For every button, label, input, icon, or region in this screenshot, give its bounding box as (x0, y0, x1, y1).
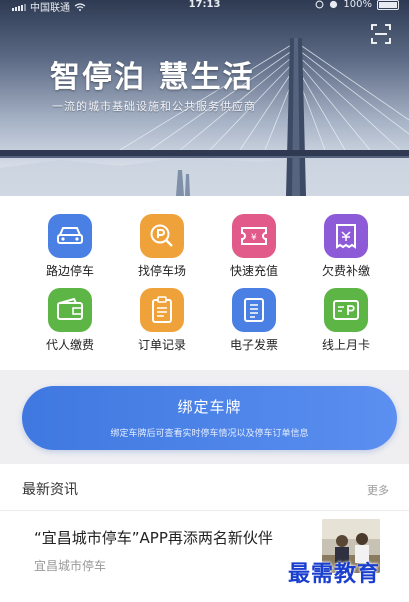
service-label: 订单记录 (137, 338, 186, 352)
hero-subtitle: 一流的城市基础设施和公共服务供应商 (52, 100, 256, 113)
battery-percent: 100% (343, 0, 372, 10)
service-order-records[interactable]: 订单记录 (116, 288, 208, 353)
parking-card-icon (324, 288, 368, 332)
ticket-icon: ¥ (232, 214, 276, 258)
service-overdue-payment[interactable]: 欠费补缴 (300, 214, 392, 279)
bind-plate-title: 绑定车牌 (177, 398, 242, 416)
news-source: 宜昌城市停车 (34, 559, 107, 573)
bind-plate-button[interactable]: 绑定车牌 绑定车牌后可查看实时停车情况以及停车订单信息 (22, 386, 397, 450)
battery-icon (377, 0, 399, 10)
invoice-icon (232, 288, 276, 332)
orientation-lock-icon (315, 0, 324, 9)
service-roadside-parking[interactable]: 路边停车 (24, 214, 116, 279)
bill-icon (324, 214, 368, 258)
news-section-title: 最新资讯 (22, 482, 78, 498)
bind-section: 绑定车牌 绑定车牌后可查看实时停车情况以及停车订单信息 (0, 370, 409, 464)
scan-button[interactable] (371, 24, 395, 48)
service-label: 电子发票 (229, 338, 278, 352)
wallet-icon (48, 288, 92, 332)
service-label: 线上月卡 (321, 338, 370, 352)
status-bar: 中国联通 17:13 100% (0, 0, 409, 14)
car-icon (48, 214, 92, 258)
service-label: 欠费补缴 (321, 264, 370, 278)
scan-icon (371, 24, 391, 44)
watermark: 最需教育 (288, 561, 381, 587)
parking-search-icon (140, 214, 184, 258)
clipboard-icon (140, 288, 184, 332)
service-label: 代人缴费 (45, 338, 94, 352)
bind-plate-description: 绑定车牌后可查看实时停车情况以及停车订单信息 (110, 429, 309, 439)
service-label: 快速充值 (229, 264, 278, 278)
svg-text:¥: ¥ (251, 233, 257, 243)
alarm-icon (330, 0, 338, 9)
service-grid: 路边停车 找停车场 ¥ 快速充值 欠费补缴 代人缴费 订单记录 电子发票 线上月… (0, 196, 409, 370)
service-e-invoice[interactable]: 电子发票 (208, 288, 300, 353)
news-headline: “宜昌城市停车”APP再添两名新伙伴 (34, 529, 273, 547)
hero-banner: 智停泊 慧生活 一流的城市基础设施和公共服务供应商 (0, 0, 409, 196)
service-online-monthly-card[interactable]: 线上月卡 (300, 288, 392, 353)
service-label: 找停车场 (137, 264, 186, 278)
service-quick-recharge[interactable]: ¥ 快速充值 (208, 214, 300, 279)
news-header: 最新资讯 更多 (0, 464, 409, 511)
hero-title: 智停泊 慧生活 (50, 60, 255, 95)
service-label: 路边停车 (45, 264, 94, 278)
news-more-link[interactable]: 更多 (367, 482, 389, 498)
service-find-parking[interactable]: 找停车场 (116, 214, 208, 279)
service-pay-for-others[interactable]: 代人缴费 (24, 288, 116, 353)
